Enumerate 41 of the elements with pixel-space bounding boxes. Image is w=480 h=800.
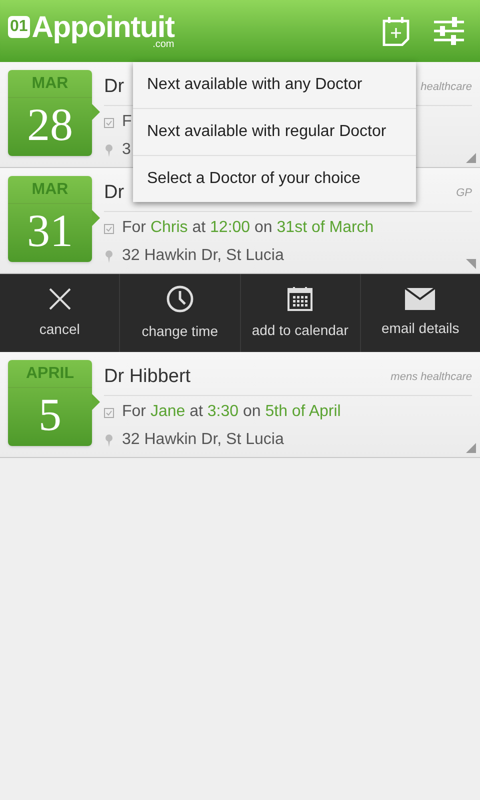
- location-pin-icon: [104, 250, 114, 262]
- location-pin-icon: [104, 144, 114, 156]
- pointer-icon: [92, 210, 100, 226]
- doctor-name: Dr: [104, 75, 124, 100]
- address-text: 32 Hawkin Dr, St Lucia: [122, 430, 284, 450]
- address-text: 32 Hawkin Dr, St Lucia: [122, 246, 284, 266]
- clock-icon: [166, 284, 194, 312]
- calendar-add-icon: [382, 16, 410, 46]
- appointment-detail: F: [122, 112, 132, 132]
- pointer-icon: [92, 394, 100, 410]
- doctor-name: Dr Hibbert: [104, 365, 191, 390]
- calendar-icon: [287, 286, 314, 312]
- action-button[interactable]: cancel: [0, 274, 120, 352]
- specialty-label: healthcare: [420, 80, 472, 96]
- address-text: 3: [122, 140, 131, 160]
- day-number: 28: [26, 98, 74, 152]
- envelope-icon: [405, 288, 436, 310]
- appointment-card[interactable]: APRIL 5 Dr Hibbert mens healthcare For Jane at 3:30 on 5th of April 32 Hawkin Dr, St Lucia: [0, 352, 480, 458]
- sliders-icon: [434, 17, 464, 45]
- location-pin-icon: [104, 434, 114, 446]
- month-label: MAR: [8, 70, 92, 98]
- appointment-detail: For Jane at 3:30 on 5th of April: [122, 402, 341, 422]
- doctor-name: Dr: [104, 181, 124, 206]
- pointer-icon: [92, 104, 100, 120]
- checkbox-icon: [104, 222, 114, 234]
- checkbox-icon: [104, 116, 114, 128]
- add-appointment-button[interactable]: [382, 16, 410, 46]
- month-label: APRIL: [8, 360, 92, 388]
- appointment-detail: For Chris at 12:00 on 31st of March: [122, 218, 374, 238]
- menu-item[interactable]: Next available with regular Doctor: [133, 108, 416, 155]
- close-icon: [48, 286, 72, 310]
- specialty-label: mens healthcare: [390, 370, 472, 386]
- day-number: 31: [26, 204, 74, 258]
- day-number: 5: [38, 388, 62, 442]
- menu-item[interactable]: Next available with any Doctor: [133, 62, 416, 108]
- specialty-label: GP: [456, 186, 472, 202]
- menu-item[interactable]: Select a Doctor of your choice: [133, 155, 416, 202]
- logo-badge: 01: [8, 16, 30, 38]
- checkbox-icon: [104, 406, 114, 418]
- settings-button[interactable]: [434, 17, 464, 45]
- month-label: MAR: [8, 176, 92, 204]
